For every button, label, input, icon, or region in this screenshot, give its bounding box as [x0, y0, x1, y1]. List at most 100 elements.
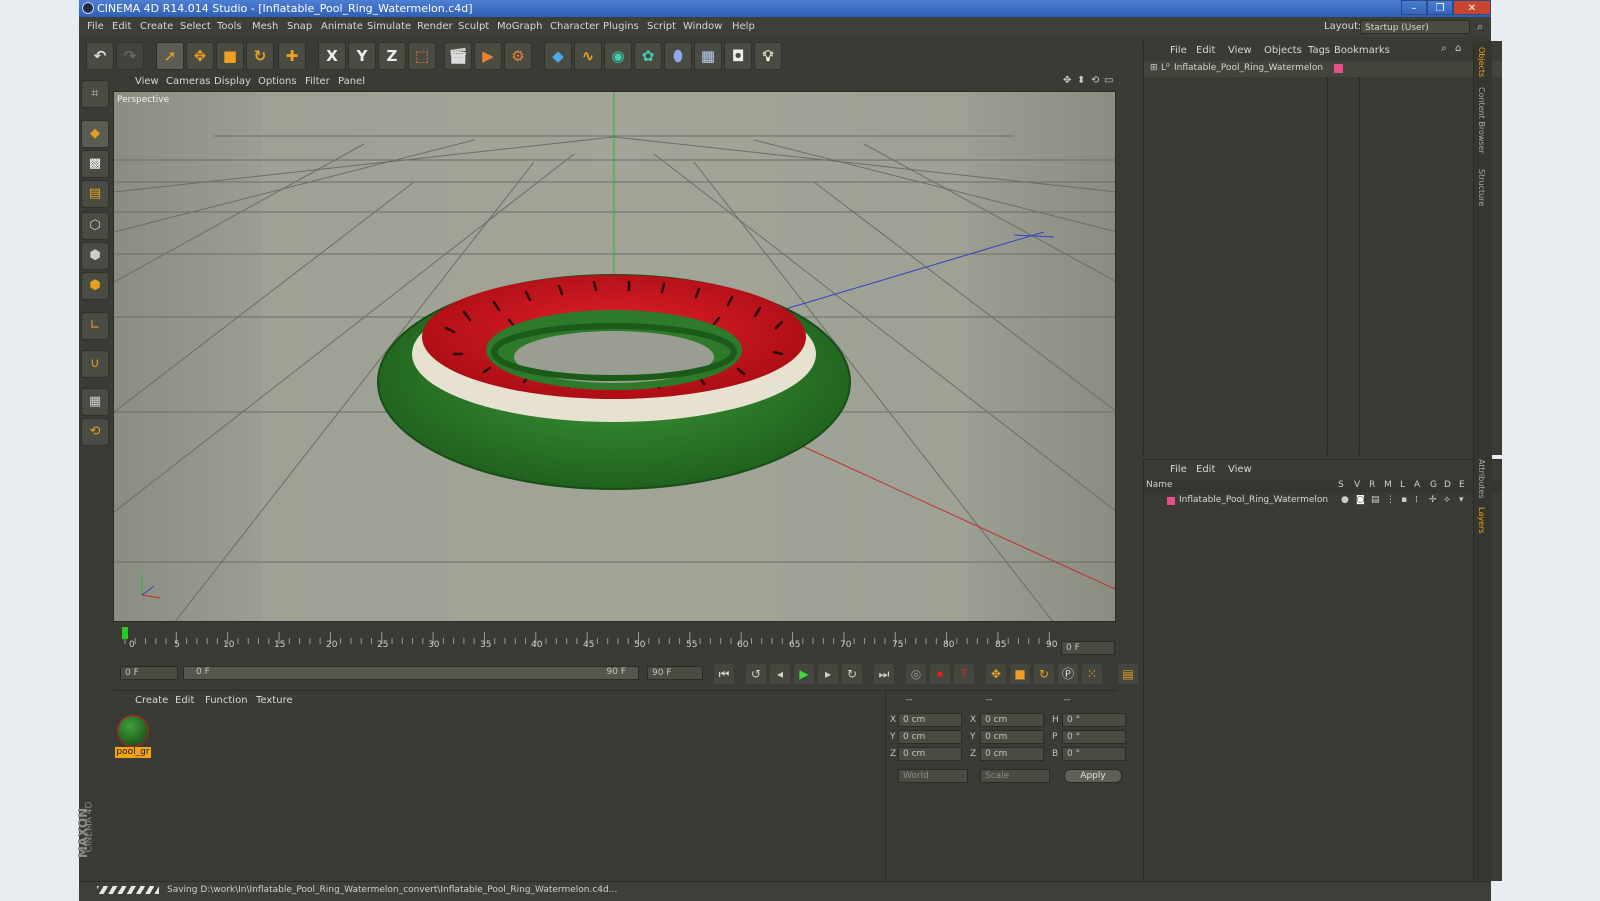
coordinate-system-button[interactable]: ⬚ — [408, 42, 436, 70]
layer-deformers-icon[interactable]: ⟡ — [1444, 495, 1450, 505]
objects-home-icon[interactable]: ⌂ — [1455, 43, 1461, 54]
make-editable-button[interactable]: ⌗ — [81, 80, 109, 108]
key-position-button[interactable]: ✥ — [986, 664, 1006, 684]
viewport-pan-icon[interactable]: ✥ — [1063, 75, 1071, 86]
menu-edit[interactable]: Edit — [112, 21, 131, 32]
layer-animation-icon[interactable]: ⁞ — [1415, 495, 1418, 505]
col-render[interactable]: R — [1369, 480, 1375, 490]
close-button[interactable]: ✕ — [1453, 0, 1491, 15]
y-axis-lock-button[interactable]: Y — [348, 42, 376, 70]
workplane-mode-button[interactable]: ▤ — [81, 180, 109, 208]
expand-icon[interactable]: ⊞ — [1150, 63, 1158, 73]
play-button[interactable]: ▶ — [794, 664, 814, 684]
array-button[interactable]: ✿ — [634, 42, 662, 70]
prev-keyframe-button[interactable]: ↺ — [746, 664, 766, 684]
col-manager[interactable]: M — [1384, 480, 1392, 490]
floor-button[interactable]: ▦ — [694, 42, 722, 70]
timeline-ruler[interactable] — [113, 624, 1116, 648]
menu-tools[interactable]: Tools — [217, 21, 242, 32]
tab-layers[interactable]: Layers — [1477, 507, 1486, 533]
model-mode-button[interactable]: ◆ — [81, 120, 109, 148]
viewport-menu-display[interactable]: Display — [214, 76, 251, 87]
deformer-button[interactable]: ⬮ — [664, 42, 692, 70]
record-motion-button[interactable]: ◎ — [906, 664, 926, 684]
menu-plugins[interactable]: Plugins — [603, 21, 639, 32]
size-y-field[interactable]: 0 cm — [980, 730, 1044, 744]
object-row[interactable]: ⊞ L⁰ Inflatable_Pool_Ring_Watermelon — [1144, 61, 1502, 77]
key-scale-button[interactable]: ■ — [1010, 664, 1030, 684]
size-mode-dropdown[interactable]: Scale — [980, 769, 1050, 783]
maximize-button[interactable]: ❐ — [1427, 0, 1453, 15]
pos-z-field[interactable]: 0 cm — [898, 747, 962, 761]
menu-character[interactable]: Character — [550, 21, 599, 32]
edges-mode-button[interactable]: ⬢ — [81, 242, 109, 270]
move-tool-button[interactable]: ✥ — [186, 42, 214, 70]
layers-menu-edit[interactable]: Edit — [1196, 464, 1215, 475]
render-settings-button[interactable]: ⚙ — [504, 42, 532, 70]
timeline-window-button[interactable]: ▤ — [1118, 664, 1138, 684]
menu-script[interactable]: Script — [647, 21, 676, 32]
record-button[interactable]: ⏺︎ — [930, 664, 950, 684]
polygons-mode-button[interactable]: ⬢ — [81, 272, 109, 300]
menu-window[interactable]: Window — [683, 21, 722, 32]
render-picture-viewer-button[interactable]: ▶ — [474, 42, 502, 70]
camera-button[interactable]: ◘ — [724, 42, 752, 70]
objects-menu-tags[interactable]: Tags — [1308, 45, 1330, 56]
pos-y-field[interactable]: 0 cm — [898, 730, 962, 744]
goto-end-button[interactable]: ⏭︎ — [874, 664, 894, 684]
nurbs-button[interactable]: ◉ — [604, 42, 632, 70]
menu-mograph[interactable]: MoGraph — [497, 21, 542, 32]
objects-menu-view[interactable]: View — [1228, 45, 1252, 56]
key-parameter-button[interactable]: Ⓟ — [1058, 664, 1078, 684]
menu-render[interactable]: Render — [417, 21, 453, 32]
menu-sculpt[interactable]: Sculpt — [458, 21, 489, 32]
viewport-dolly-icon[interactable]: ⬍ — [1077, 75, 1085, 86]
rotate-tool-button[interactable]: ↻ — [246, 42, 274, 70]
col-locked[interactable]: L — [1400, 480, 1405, 490]
col-view[interactable]: V — [1354, 480, 1360, 490]
menu-create[interactable]: Create — [140, 21, 173, 32]
layer-solo-icon[interactable]: ● — [1341, 495, 1349, 505]
points-mode-button[interactable]: ⬡ — [81, 212, 109, 240]
playhead-marker[interactable] — [122, 627, 128, 639]
autokey-help-icon[interactable]: ? — [954, 664, 974, 684]
goto-start-button[interactable]: ⏮︎ — [714, 664, 734, 684]
workplane-lock-button[interactable]: ▦ — [81, 388, 109, 416]
menu-animate[interactable]: Animate — [321, 21, 363, 32]
size-x-field[interactable]: 0 cm — [980, 713, 1044, 727]
objects-menu-file[interactable]: File — [1170, 45, 1187, 56]
rot-h-field[interactable]: 0 ° — [1062, 713, 1126, 727]
objects-menu-objects[interactable]: Objects — [1264, 45, 1302, 56]
start-frame-field[interactable]: 0 F — [120, 666, 178, 680]
texture-mode-button[interactable]: ▩ — [81, 150, 109, 178]
rot-p-field[interactable]: 0 ° — [1062, 730, 1126, 744]
x-axis-lock-button[interactable]: X — [318, 42, 346, 70]
layer-expressions-icon[interactable]: ▾ — [1459, 495, 1464, 505]
viewport-menu-options[interactable]: Options — [258, 76, 297, 87]
menu-select[interactable]: Select — [180, 21, 211, 32]
key-rotation-button[interactable]: ↻ — [1034, 664, 1054, 684]
object-name[interactable]: Inflatable_Pool_Ring_Watermelon — [1174, 63, 1323, 73]
layer-view-icon[interactable]: ◙ — [1356, 495, 1365, 505]
layer-manager-icon[interactable]: ⋮ — [1386, 495, 1395, 505]
axis-mode-button[interactable]: ∟ — [81, 312, 109, 340]
viewport-menu-panel[interactable]: Panel — [338, 76, 365, 87]
size-z-field[interactable]: 0 cm — [980, 747, 1044, 761]
viewport-menu-filter[interactable]: Filter — [305, 76, 330, 87]
menu-snap[interactable]: Snap — [287, 21, 312, 32]
next-keyframe-button[interactable]: ↻ — [842, 664, 862, 684]
rot-b-field[interactable]: 0 ° — [1062, 747, 1126, 761]
cube-primitive-button[interactable]: ◆ — [544, 42, 572, 70]
layer-color-tag[interactable] — [1334, 64, 1343, 73]
tab-structure[interactable]: Structure — [1477, 169, 1486, 206]
frame-range-slider[interactable]: 0 F 90 F — [183, 666, 639, 680]
col-solo[interactable]: S — [1338, 480, 1344, 490]
layer-render-icon[interactable]: ▤ — [1371, 495, 1380, 505]
light-button[interactable]: 💡︎ — [754, 42, 782, 70]
search-icon[interactable]: ⌕ — [1477, 20, 1483, 34]
next-frame-button[interactable]: ▸ — [818, 664, 838, 684]
material-swatch[interactable]: pool_gr — [115, 713, 151, 758]
spline-button[interactable]: ∿ — [574, 42, 602, 70]
menu-help[interactable]: Help — [732, 21, 755, 32]
material-menu-texture[interactable]: Texture — [256, 695, 293, 706]
